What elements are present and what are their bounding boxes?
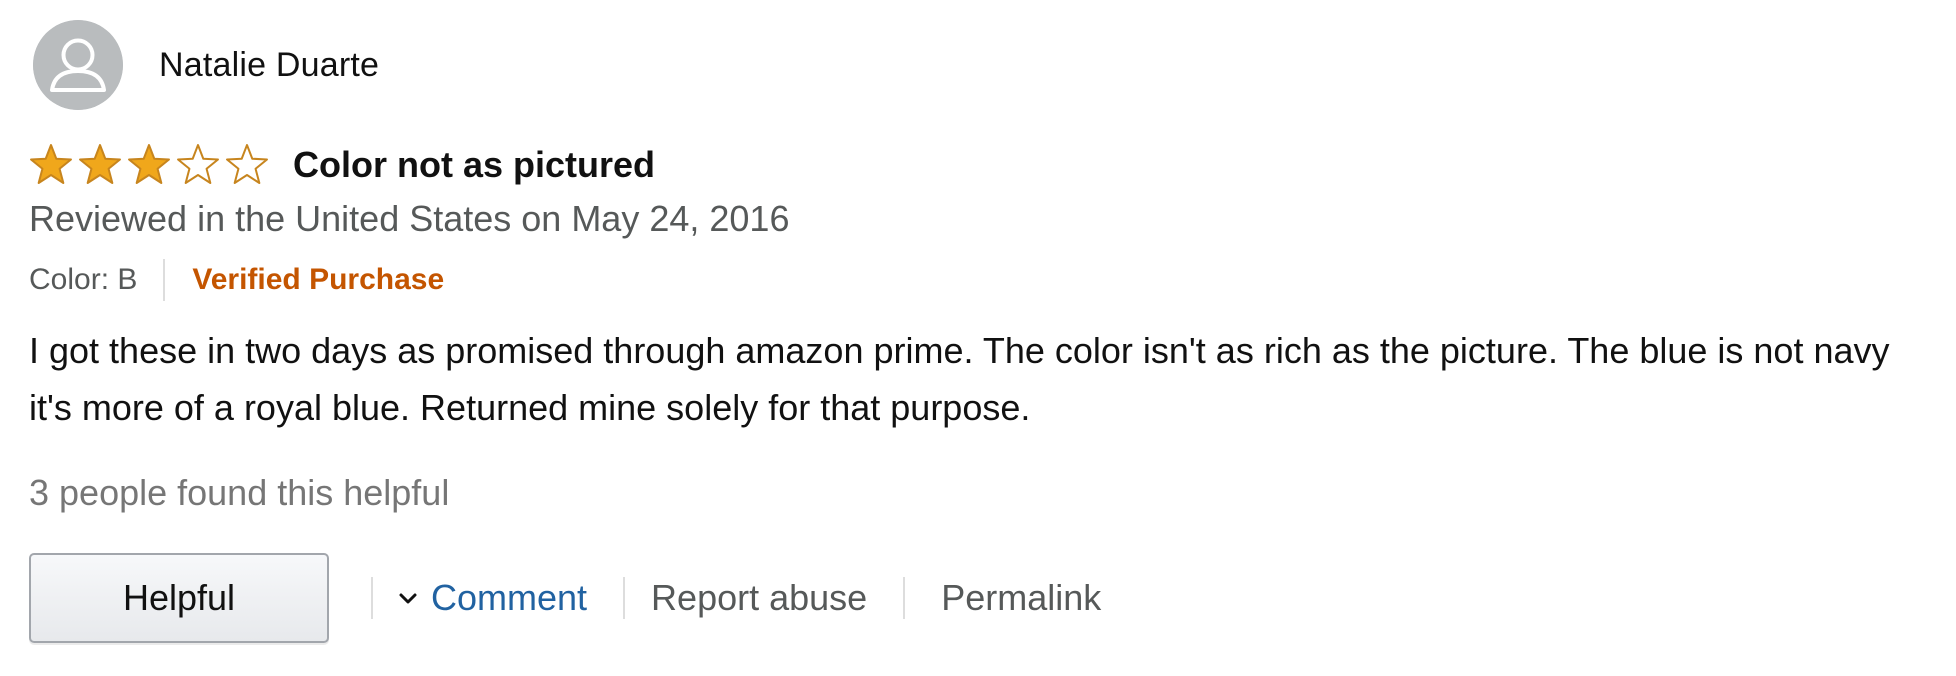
action-divider xyxy=(371,577,373,619)
helpful-vote-count: 3 people found this helpful xyxy=(29,472,450,513)
comment-label: Comment xyxy=(431,577,588,618)
avatar[interactable] xyxy=(33,20,123,110)
star-filled-icon xyxy=(79,144,121,184)
action-divider xyxy=(623,577,626,619)
star-filled-icon xyxy=(30,144,72,184)
action-divider xyxy=(903,577,906,619)
star-empty-icon xyxy=(177,144,219,184)
star-empty-icon xyxy=(226,144,268,184)
review-title[interactable]: Color not as pictured xyxy=(293,144,655,186)
rating-row: Color not as pictured xyxy=(28,140,655,190)
star-filled-icon xyxy=(128,144,170,184)
chevron-down-icon xyxy=(399,593,417,604)
variant-label[interactable]: Color: B xyxy=(29,263,137,297)
review-body: I got these in two days as promised thro… xyxy=(29,330,1890,428)
comment-link[interactable]: Comment xyxy=(397,577,587,619)
report-abuse-link[interactable]: Report abuse xyxy=(651,577,867,619)
star-rating[interactable] xyxy=(28,142,273,188)
reviewer-name[interactable]: Natalie Duarte xyxy=(159,46,379,85)
permalink-link[interactable]: Permalink xyxy=(941,577,1101,619)
meta-divider xyxy=(163,259,166,301)
review-format-strip: Color: B Verified Purchase xyxy=(29,258,444,302)
default-user-avatar-icon xyxy=(33,20,123,110)
customer-review: Natalie Duarte Color not as pictured Rev… xyxy=(0,0,1956,676)
helpful-button[interactable]: Helpful xyxy=(29,553,329,643)
helpful-button-label: Helpful xyxy=(122,577,236,618)
verified-purchase-badge: Verified Purchase xyxy=(192,263,445,296)
reviewer-profile[interactable]: Natalie Duarte xyxy=(33,20,379,110)
review-date: Reviewed in the United States on May 24,… xyxy=(29,198,790,239)
review-actions: Helpful Comment Report abuse Permalink xyxy=(29,552,1101,644)
